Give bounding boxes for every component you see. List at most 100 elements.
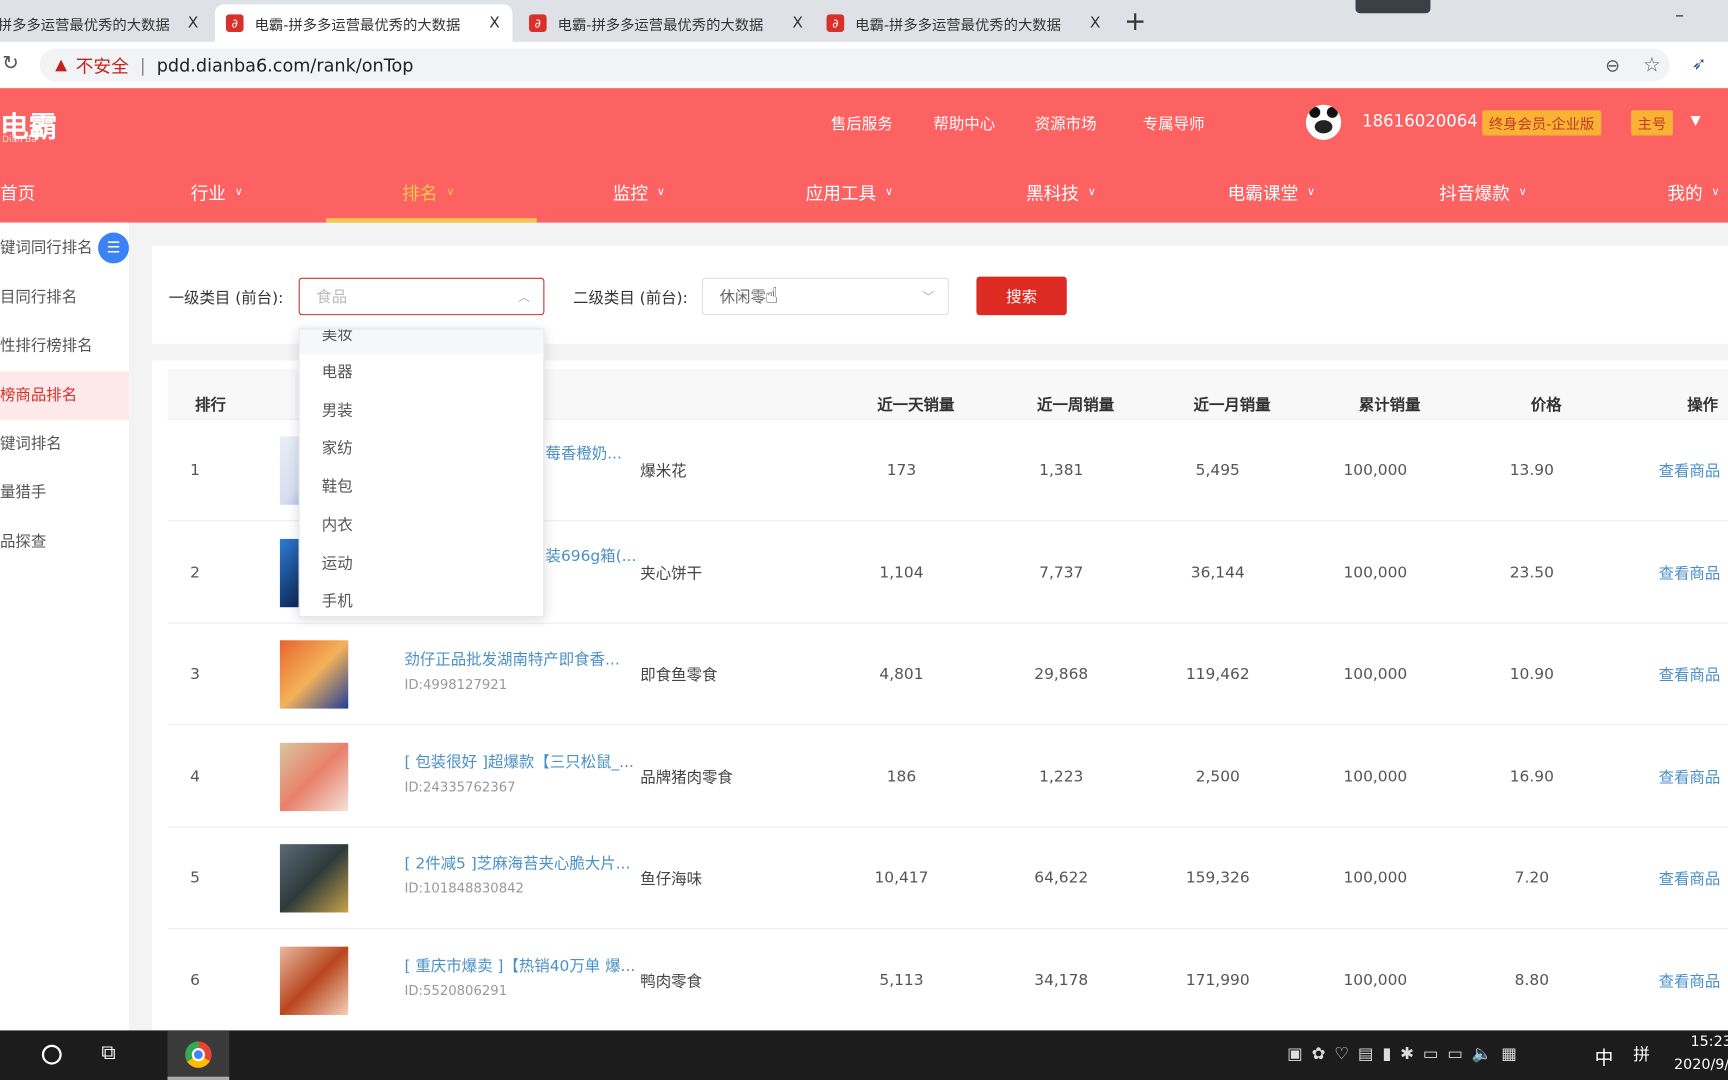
product-image[interactable] [279,946,349,1015]
chrome-taskbar-button[interactable] [167,1030,230,1080]
day-sales: 1,104 [879,563,924,582]
dropdown-option[interactable]: 运动 [300,545,544,582]
avatar[interactable] [1305,104,1342,140]
column-header: 价格 [1530,396,1562,415]
site-favicon-icon: ∂ [826,14,845,32]
security-label: 不安全 [75,56,129,78]
sidebar-item[interactable]: 键词排名 [0,420,129,468]
total-sales: 100,000 [1343,563,1408,582]
dropdown-option[interactable]: 鞋包 [300,468,544,505]
level2-select[interactable]: 休闲零 ﹀ [701,277,949,316]
nav-label: 监控 [612,182,649,204]
view-product-link[interactable]: 查看商品 [1659,562,1721,584]
nav-item[interactable]: 黑科技 ∨ [1026,179,1096,205]
nav-item[interactable]: 行业 ∨ [191,179,243,205]
account-caret-icon[interactable]: ▼ [1691,112,1701,127]
sidebar-item[interactable]: 品探查 [0,518,129,566]
chevron-down-icon: ∨ [1087,185,1096,198]
week-sales: 7,737 [1039,563,1084,582]
dropdown-option[interactable]: 内衣 [300,507,544,544]
level1-select[interactable]: 食品 ︿ [298,277,545,316]
system-tray-icons[interactable]: ▣✿♡▤▮✱▭▭🔈▦ [1287,1044,1525,1064]
chevron-up-icon: ︿ [517,289,531,305]
product-image[interactable] [279,742,349,811]
reload-icon[interactable]: ↻ [2,52,19,75]
collapse-menu-icon[interactable]: ☰ [98,232,129,264]
ime-mode[interactable]: 拼 [1633,1043,1650,1066]
sidebar-item[interactable]: 量猎手 [0,468,129,516]
product-title-link[interactable]: 装696g箱(... [546,544,640,566]
dropdown-option[interactable]: 电器 [300,354,544,391]
site-header: 电霸 Dian Ba 售后服务 帮助中心 资源市场 专属导师 18616020064 … [0,88,1728,223]
product-title-link[interactable]: 莓香橙奶... [546,442,640,464]
nav-item[interactable]: 首页 [0,179,35,205]
header-link[interactable]: 售后服务 [831,112,893,134]
minimize-button[interactable]: – [1675,4,1684,25]
nav-item[interactable]: 我的 ∨ [1667,179,1719,205]
nav-item[interactable]: 排名 ∨ [402,179,454,205]
tab-close-icon[interactable]: X [1090,14,1101,32]
month-sales: 159,326 [1185,869,1250,888]
clock-date[interactable]: 2020/9/ [1674,1057,1728,1074]
price: 13.90 [1509,461,1554,480]
product-title-link[interactable]: [ 2件减5 ]芝麻海苔夹心脆大片... [404,852,635,874]
product-image[interactable] [279,640,349,709]
bookmark-star-icon[interactable]: ☆ [1643,53,1661,76]
nav-item[interactable]: 电霸课堂 ∨ [1228,179,1315,205]
month-sales: 2,500 [1195,767,1240,786]
cortana-icon[interactable] [41,1044,62,1065]
task-view-icon[interactable]: ⧉ [101,1041,115,1064]
dropdown-option[interactable]: 手机 [300,583,544,616]
nav-item[interactable]: 监控 ∨ [613,179,665,205]
month-sales: 5,495 [1195,461,1240,480]
extension-icon[interactable]: ➶ [1692,53,1707,74]
table-row: 4 [ 包装很好 ]超爆款【三只松鼠_... ID:24335762367 品牌猪肉零… [167,726,1728,828]
header-link[interactable]: 专属导师 [1143,112,1205,134]
view-product-link[interactable]: 查看商品 [1659,460,1721,482]
clock-time[interactable]: 15:23 [1691,1034,1728,1051]
dropdown-option[interactable]: 男装 [300,392,544,429]
sidebar-item[interactable]: 榜商品排名 [0,371,129,420]
day-sales: 186 [886,767,917,786]
nav-item[interactable]: 抖音爆款 ∨ [1439,179,1526,205]
product-image[interactable] [279,844,349,913]
level1-dropdown: 美妆 电器 男装 家纺 鞋包 内衣 运动 手机 [298,328,545,618]
week-sales: 1,223 [1039,767,1084,786]
product-title-link[interactable]: [ 重庆市爆卖 ]【热销40万单 爆... [404,954,635,976]
address-bar-row: ↻ ▲ 不安全 | pdd.dianba6.com/rank/onTop ⊖ ☆… [0,41,1728,89]
view-product-link[interactable]: 查看商品 [1659,664,1721,686]
product-title-link[interactable]: [ 包装很好 ]超爆款【三只松鼠_... [404,750,635,772]
new-tab-button[interactable]: + [1124,6,1146,37]
product-title-link[interactable]: 劲仔正品批发湖南特产即食香... [404,648,635,670]
header-link[interactable]: 帮助中心 [933,112,995,134]
header-link[interactable]: 资源市场 [1035,112,1097,134]
search-button[interactable]: 搜索 [976,276,1067,316]
zoom-icon[interactable]: ⊖ [1605,55,1620,76]
sidebar-item[interactable]: 性排行榜排名 [0,322,129,370]
phone-number[interactable]: 18616020064 [1362,111,1478,131]
browser-tab[interactable]: 拼多多运营最优秀的大数据 X [0,4,209,41]
address-bar[interactable]: ▲ 不安全 | pdd.dianba6.com/rank/onTop ⊖ ☆ [39,48,1670,82]
nav-item[interactable]: 应用工具 ∨ [806,179,893,205]
dropdown-option[interactable]: 家纺 [300,430,544,467]
site-favicon-icon: ∂ [225,14,244,32]
column-header: 排行 [195,396,226,415]
browser-tab[interactable]: ∂ 电霸-拼多多运营最优秀的大数据 X [214,4,513,42]
tab-close-icon[interactable]: X [792,14,803,32]
chevron-down-icon: ∨ [1307,185,1316,198]
nav-label: 排名 [402,182,438,204]
dropdown-option[interactable]: 美妆 [299,329,544,354]
view-product-link[interactable]: 查看商品 [1659,766,1721,788]
browser-tab[interactable]: ∂ 电霸-拼多多运营最优秀的大数据 X [518,4,816,41]
view-product-link[interactable]: 查看商品 [1659,868,1721,890]
week-sales: 34,178 [1034,971,1089,990]
browser-tab[interactable]: ∂ 电霸-拼多多运营最优秀的大数据 X [816,4,1114,41]
month-sales: 171,990 [1185,971,1250,990]
member-badge: 终身会员-企业版 [1482,110,1601,136]
ime-indicator[interactable]: 中 [1595,1043,1614,1070]
tab-close-icon[interactable]: X [188,14,199,32]
view-product-link[interactable]: 查看商品 [1659,970,1721,992]
sidebar-item[interactable]: 目同行排名 [0,273,129,321]
chevron-down-icon: ﹀ [922,289,935,305]
tab-close-icon[interactable]: X [489,14,500,32]
